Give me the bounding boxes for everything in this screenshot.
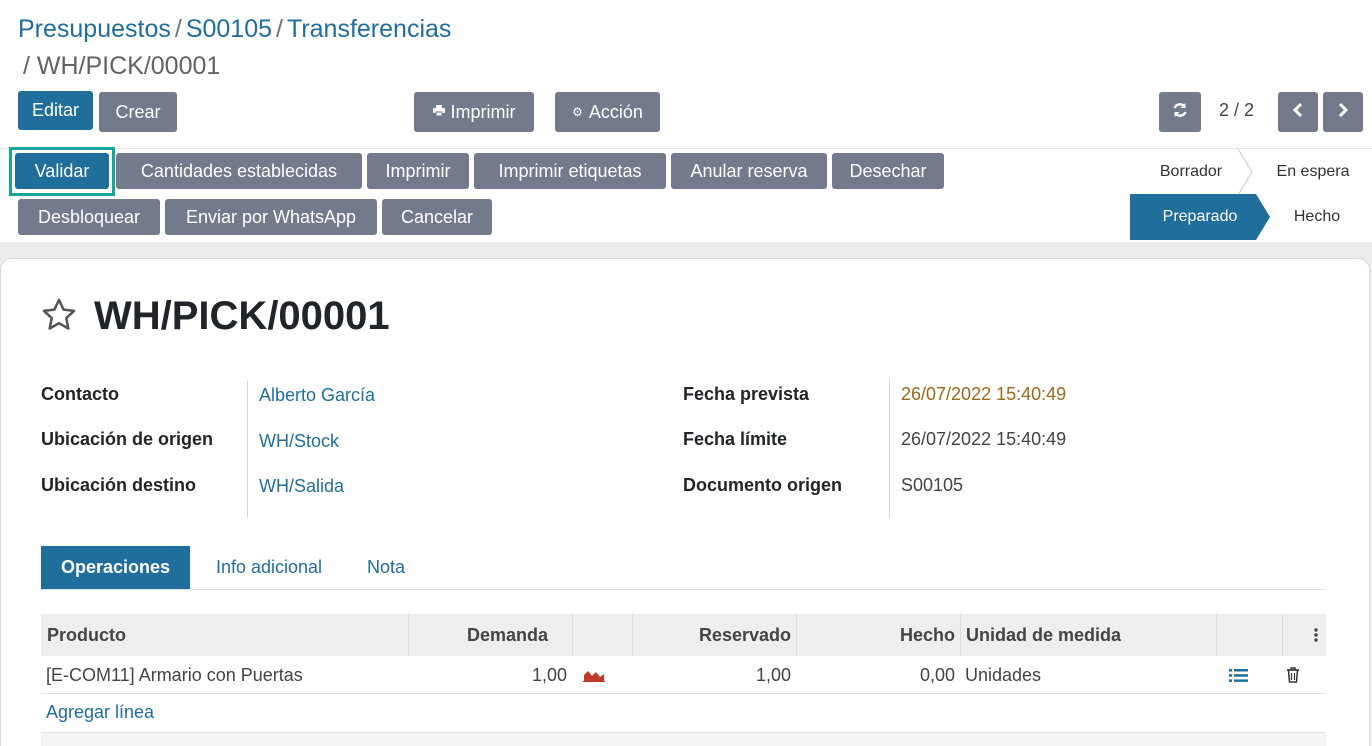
delete-row-button[interactable]	[1286, 656, 1302, 694]
record-title: WH/PICK/00001	[94, 294, 390, 338]
edit-button[interactable]: Editar	[18, 91, 93, 130]
tab-operations[interactable]: Operaciones	[41, 546, 190, 589]
status-stage-waiting[interactable]: En espera	[1258, 152, 1368, 192]
create-button[interactable]: Crear	[99, 92, 177, 132]
list-icon	[1229, 668, 1248, 682]
print-labels-button[interactable]: Imprimir etiquetas	[474, 153, 666, 189]
column-divider	[1282, 614, 1283, 656]
chevron-right-icon	[1337, 102, 1349, 123]
breadcrumb-item-order[interactable]: S00105	[186, 15, 272, 43]
validate-button[interactable]: Validar	[15, 153, 109, 189]
cell-done[interactable]: 0,00	[797, 656, 955, 694]
destination-location-field[interactable]: WH/Salida	[259, 476, 344, 497]
field-divider-left	[247, 380, 248, 518]
breadcrumb-current: / WH/PICK/00001	[23, 52, 221, 80]
refresh-icon	[1171, 101, 1189, 124]
control-panel: Presupuestos / S00105/Transferencias / WH/…	[0, 0, 1372, 148]
column-divider	[796, 614, 797, 656]
breadcrumb-item-transferencias[interactable]: Transferencias	[287, 15, 451, 43]
tab-additional-info[interactable]: Info adicional	[196, 546, 342, 589]
printer-icon	[432, 105, 445, 119]
column-divider	[960, 614, 961, 656]
source-location-field[interactable]: WH/Stock	[259, 431, 339, 452]
deadline-field[interactable]: 26/07/2022 15:40:49	[901, 429, 1066, 450]
destination-location-label: Ubicación destino	[41, 475, 197, 495]
breadcrumb-separator: /	[174, 15, 182, 43]
reload-button[interactable]	[1159, 92, 1201, 132]
tab-underline	[41, 589, 1326, 590]
forecast-report-button[interactable]	[583, 656, 607, 694]
breadcrumb-separator: /	[276, 15, 283, 43]
pager-value[interactable]: 2 / 2	[1219, 100, 1254, 121]
column-divider	[572, 614, 573, 656]
source-location-label: Ubicación de origen	[41, 429, 214, 449]
print-menu-label: Imprimir	[450, 101, 516, 122]
pager-previous-button[interactable]	[1278, 92, 1318, 132]
column-divider	[632, 614, 633, 656]
unlock-button[interactable]: Desbloquear	[18, 199, 160, 235]
status-stage-draft[interactable]: Borrador	[1142, 152, 1240, 192]
column-product[interactable]: Producto	[47, 614, 126, 656]
action-menu-label: Acción	[588, 101, 643, 122]
optional-columns-toggle[interactable]	[1306, 614, 1326, 656]
cell-uom[interactable]: Unidades	[965, 656, 1041, 694]
column-uom[interactable]: Unidad de medida	[966, 614, 1121, 656]
stage-separator-arrow	[1237, 149, 1253, 195]
breadcrumb-item-presupuestos[interactable]: Presupuestos	[18, 15, 171, 43]
column-reserved[interactable]: Reservado	[633, 614, 791, 656]
scheduled-date-label: Fecha prevista	[683, 384, 810, 404]
field-divider-right	[889, 380, 890, 518]
source-document-field[interactable]: S00105	[901, 475, 963, 496]
contact-field[interactable]: Alberto García	[259, 385, 375, 406]
cell-product[interactable]: [E-COM11] Armario con Puertas	[46, 656, 303, 694]
kebab-menu-icon	[1314, 628, 1318, 642]
scheduled-date-field[interactable]: 26/07/2022 15:40:49	[901, 384, 1066, 405]
send-whatsapp-button[interactable]: Enviar por WhatsApp	[165, 199, 377, 235]
scrap-button[interactable]: Desechar	[832, 153, 944, 189]
tab-note[interactable]: Nota	[350, 546, 422, 589]
pager-next-button[interactable]	[1323, 92, 1363, 132]
cancel-button[interactable]: Cancelar	[382, 199, 492, 235]
status-stage-done[interactable]: Hecho	[1272, 194, 1362, 240]
column-divider	[408, 614, 409, 656]
column-demand[interactable]: Demanda	[408, 614, 548, 656]
table-footer	[41, 732, 1326, 746]
gear-icon: ⚙	[572, 105, 583, 119]
print-menu-button[interactable]: Imprimir	[414, 92, 534, 132]
add-line-link[interactable]: Agregar línea	[46, 702, 154, 723]
trash-icon	[1287, 667, 1299, 683]
column-divider	[1216, 614, 1217, 656]
favorite-star-icon[interactable]	[40, 296, 78, 334]
source-document-label: Documento origen	[683, 475, 843, 495]
cell-reserved[interactable]: 1,00	[633, 656, 791, 694]
column-done[interactable]: Hecho	[797, 614, 955, 656]
set-quantities-button[interactable]: Cantidades establecidas	[116, 153, 362, 189]
area-chart-icon	[583, 671, 605, 682]
unreserve-button[interactable]: Anular reserva	[671, 153, 827, 189]
detailed-operations-button[interactable]	[1229, 656, 1249, 694]
status-stage-ready: Preparado	[1162, 208, 1238, 225]
cell-demand[interactable]: 1,00	[408, 656, 567, 694]
action-menu-button[interactable]: ⚙ Acción	[555, 92, 660, 132]
deadline-label: Fecha límite	[683, 429, 788, 449]
print-button[interactable]: Imprimir	[367, 153, 469, 189]
breadcrumb: Presupuestos / S00105/Transferencias	[18, 12, 451, 46]
chevron-left-icon	[1292, 102, 1304, 123]
contact-label: Contacto	[41, 384, 119, 404]
